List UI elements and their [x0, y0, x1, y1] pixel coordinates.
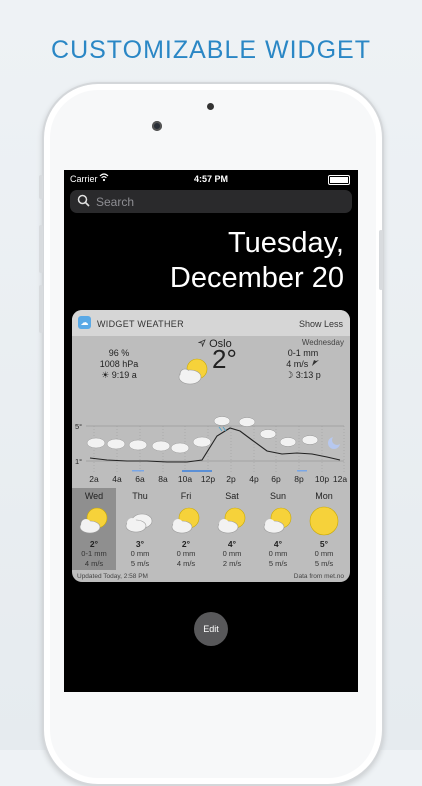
current-left-details: 96 % 1008 hPa ☀ 9:19 a [78, 348, 160, 381]
hour-label: 10p [314, 474, 330, 484]
forecast-wind: 4 m/s [176, 559, 196, 568]
forecast-wind: 5 m/s [268, 559, 288, 568]
hour-label: 6a [135, 474, 145, 484]
graph-y-bottom-label: 1° [75, 457, 82, 466]
sun-cloud-icon [170, 505, 202, 537]
wind-direction-icon [311, 359, 320, 369]
date-day: December 20 [169, 262, 344, 294]
forecast-day-fri[interactable]: Fri 2° 0 mm 4 m/s [164, 488, 208, 570]
graph-cloud-icons [86, 416, 342, 454]
daily-forecast: Wed 2° 0-1 mm 4 m/s Thu 3° 0 mm 5 m/s Fr… [72, 488, 350, 570]
forecast-precip: 0 mm [268, 549, 288, 558]
sun-cloud-icon [262, 505, 294, 537]
hour-label: 12p [200, 474, 216, 484]
wind-value: 4 m/s [286, 359, 309, 369]
forecast-precip: 0-1 mm [81, 549, 107, 558]
forecast-day-name: Thu [132, 491, 148, 501]
hour-labels: 2a 4a 6a 8a 10a 12p 2p 4p 6p 8p 10p 12a [72, 472, 350, 486]
forecast-temp: 2° [89, 539, 99, 549]
forecast-temp: 3° [135, 539, 145, 549]
moonrise-value: ☽ 3:13 p [285, 370, 321, 380]
sunrise-value: ☀ 9:19 a [101, 370, 137, 380]
widget-app-name: WIDGET WEATHER [97, 319, 184, 329]
sun-cloud-icon [78, 505, 110, 537]
today-date: Tuesday, December 20 [170, 226, 344, 296]
location-arrow-icon [197, 338, 209, 350]
hour-label: 4a [112, 474, 122, 484]
hour-label: 10a [177, 474, 193, 484]
hour-label: 12a [332, 474, 348, 484]
forecast-temp: 5° [319, 539, 329, 549]
forecast-day-mon[interactable]: Mon 5° 0 mm 5 m/s [302, 488, 346, 570]
current-right-details: 0-1 mm 4 m/s ☽ 3:13 p [264, 348, 342, 381]
search-icon [77, 194, 90, 210]
forecast-day-sun[interactable]: Sun 4° 0 mm 5 m/s [256, 488, 300, 570]
hour-label: 8a [158, 474, 168, 484]
power-button [379, 230, 383, 290]
forecast-wind: 5 m/s [314, 559, 334, 568]
hour-label: 4p [249, 474, 259, 484]
battery-icon [328, 175, 350, 185]
humidity-value: 96 % [108, 348, 130, 358]
sun-cloud-icon [176, 356, 212, 388]
pressure-value: 1008 hPa [99, 359, 139, 369]
current-day-name: Wednesday [301, 338, 344, 347]
sun-icon [308, 505, 340, 537]
mute-switch [39, 175, 43, 199]
front-camera [152, 121, 162, 131]
forecast-wind: 2 m/s [222, 559, 242, 568]
graph-hour-ticks [93, 426, 345, 472]
current-conditions: Wednesday 96 % 1008 hPa ☀ 9:19 a Oslo 2°… [72, 336, 350, 416]
edit-button[interactable]: Edit [194, 612, 228, 646]
cloud-icon [124, 505, 156, 537]
forecast-day-name: Sun [269, 491, 286, 501]
phone-screen: Carrier 4:57 PM Search Tuesday, December… [64, 170, 358, 692]
date-weekday: Tuesday, [227, 227, 344, 259]
forecast-day-wed[interactable]: Wed 2° 0-1 mm 4 m/s [72, 488, 116, 570]
forecast-wind: 4 m/s [84, 559, 104, 568]
forecast-day-name: Sat [225, 491, 239, 501]
forecast-precip: 0 mm [314, 549, 334, 558]
show-less-button[interactable]: Show Less [299, 319, 343, 329]
data-source[interactable]: Data from met.no [294, 573, 344, 580]
volume-up-button [39, 225, 43, 273]
status-bar: Carrier 4:57 PM [64, 172, 358, 186]
widget-header: ☁ WIDGET WEATHER Show Less [72, 310, 350, 336]
forecast-day-thu[interactable]: Thu 3° 0 mm 5 m/s [118, 488, 162, 570]
forecast-temp: 4° [227, 539, 237, 549]
search-placeholder: Search [96, 195, 135, 209]
current-temperature: 2° [212, 344, 237, 374]
earpiece-speaker [207, 103, 214, 110]
hour-label: 2a [89, 474, 99, 484]
search-bar[interactable]: Search [70, 190, 352, 213]
hour-label: 2p [226, 474, 236, 484]
volume-down-button [39, 285, 43, 333]
graph-y-top-label: 5° [75, 422, 82, 431]
forecast-temp: 4° [273, 539, 283, 549]
forecast-precip: 0 mm [130, 549, 150, 558]
status-time: 4:57 PM [193, 174, 228, 184]
updated-time: Updated Today, 2:58 PM [77, 573, 148, 580]
widget-footer: Updated Today, 2:58 PM Data from met.no [72, 571, 350, 582]
weather-widget[interactable]: ☁ WIDGET WEATHER Show Less Wednesday 96 … [72, 310, 350, 582]
forecast-precip: 0 mm [176, 549, 196, 558]
forecast-day-sat[interactable]: Sat 4° 0 mm 2 m/s [210, 488, 254, 570]
forecast-day-name: Wed [84, 491, 104, 501]
temperature-curve [89, 427, 341, 463]
hour-label: 6p [271, 474, 281, 484]
forecast-precip: 0 mm [222, 549, 242, 558]
precipitation-value: 0-1 mm [287, 348, 319, 358]
forecast-day-name: Fri [180, 491, 192, 501]
wind-value-row: 4 m/s [264, 359, 342, 370]
hour-label: 8p [294, 474, 304, 484]
forecast-wind: 5 m/s [130, 559, 150, 568]
widget-app-icon: ☁ [78, 316, 91, 329]
forecast-temp: 2° [181, 539, 191, 549]
forecast-day-name: Mon [315, 491, 333, 501]
promo-title: CUSTOMIZABLE WIDGET [51, 36, 371, 64]
sun-cloud-icon [216, 505, 248, 537]
